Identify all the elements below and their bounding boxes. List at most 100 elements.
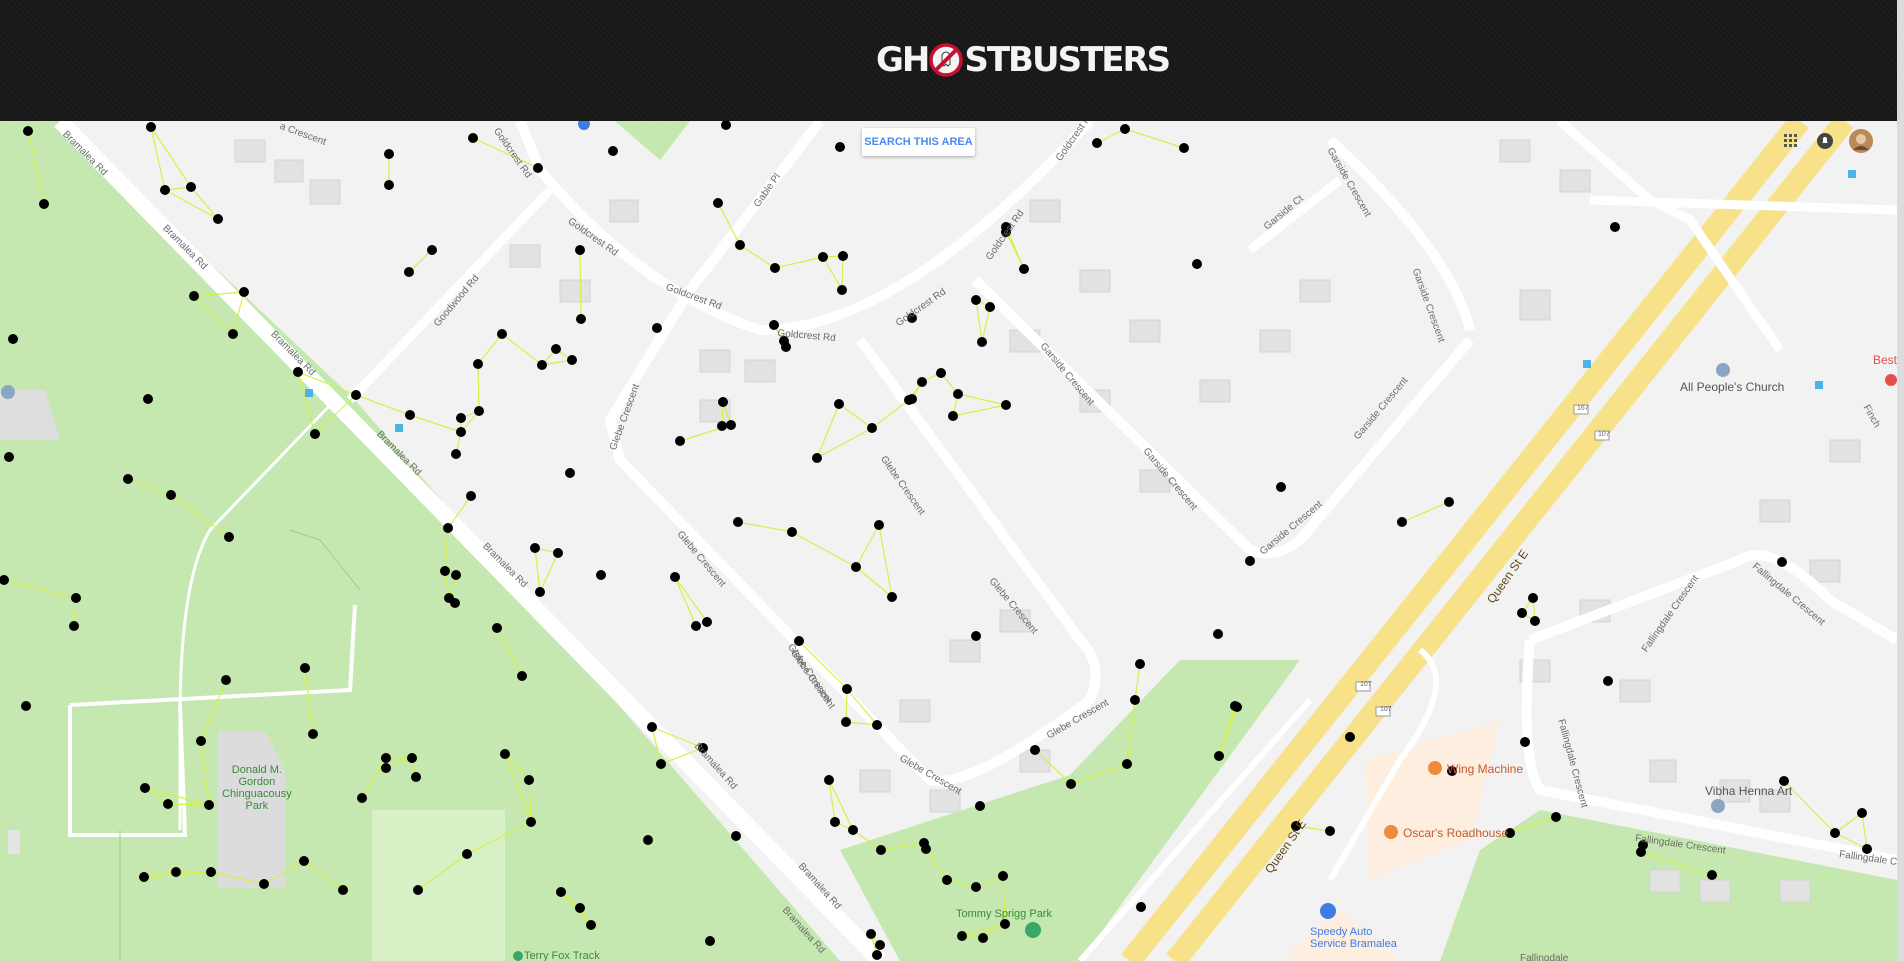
network-node [835,142,845,152]
network-node [1777,557,1787,567]
network-node [526,817,536,827]
network-link [737,521,793,533]
network-node [787,527,797,537]
apps-grid-icon[interactable] [1781,131,1801,151]
network-node [468,133,478,143]
network-node [1707,870,1717,880]
map-canvas [0,121,1897,961]
network-node [4,452,14,462]
network-node [643,835,653,845]
goldcrest-road [346,186,554,404]
network-node [576,314,586,324]
park-label-donald-gordon[interactable]: Donald M. Gordon Chinguacousy Park [222,764,292,812]
network-node [239,287,249,297]
map-view[interactable]: Bramalea Rd Bramalea Rd Bramalea Rd Bram… [0,121,1897,961]
network-node [917,377,927,387]
network-node [69,621,79,631]
place-label-vibha[interactable]: Vibha Henna Art [1705,784,1792,798]
network-node [143,394,153,404]
network-node [413,885,423,895]
park-area [372,810,505,961]
search-this-area-button[interactable]: SEARCH THIS AREA [862,128,975,156]
network-node [384,149,394,159]
network-node [407,753,417,763]
network-node [948,411,958,421]
ghostbusters-logo[interactable]: GH STBUSTERS [876,40,1171,80]
network-node [221,675,231,685]
place-label-best[interactable]: Best [1873,353,1897,367]
network-node [1066,779,1076,789]
network-link [952,404,1007,417]
network-node [1530,616,1540,626]
network-node [299,856,309,866]
network-node [500,749,510,759]
network-link [957,393,1007,406]
network-node [812,453,822,463]
place-label-oscars[interactable]: Oscar's Roadhouse [1403,826,1508,840]
highway-shield-107-c: 107 [1598,431,1610,438]
network-node [1325,826,1335,836]
network-link [534,547,541,593]
network-node [384,180,394,190]
network-link [539,552,559,593]
network-node [887,592,897,602]
network-node [830,817,840,827]
network-node [405,410,415,420]
network-node [228,329,238,339]
ghostbusters-no-ghost-icon [929,43,964,77]
network-node [1603,676,1613,686]
network-node [978,933,988,943]
network-link [774,256,824,269]
network-node [953,389,963,399]
network-node [351,390,361,400]
highway-shield-107-a: 107 [1360,681,1372,688]
network-link [1861,812,1868,850]
page-scrollbar[interactable] [1897,0,1904,961]
network-node [139,872,149,882]
notifications-icon[interactable] [1815,131,1835,151]
network-node [705,936,715,946]
network-link [1134,663,1141,701]
network-link [846,688,878,726]
place-label-speedy[interactable]: Speedy Auto Service Bramalea [1310,926,1397,950]
network-node [1213,629,1223,639]
network-node [652,323,662,333]
network-node [971,882,981,892]
network-node [357,793,367,803]
network-node [524,775,534,785]
network-node [123,474,133,484]
park-label-tommy-sprigg[interactable]: Tommy Sprigg Park [956,908,1052,920]
network-link [739,244,776,269]
network-link [164,189,219,220]
network-link [190,186,219,220]
network-node [1214,751,1224,761]
network-node [586,920,596,930]
network-node [411,772,421,782]
network-node [160,185,170,195]
network-node [647,722,657,732]
place-label-church[interactable]: All People's Church [1680,380,1784,394]
user-avatar[interactable] [1849,129,1873,153]
network-node [404,267,414,277]
network-node [721,121,731,130]
network-node [300,663,310,673]
network-node [1001,400,1011,410]
network-node [670,572,680,582]
place-label-wing-machine[interactable]: Wing Machine [1447,762,1523,776]
network-node [1030,745,1040,755]
network-node [866,929,876,939]
network-node [533,163,543,173]
network-node [1276,482,1286,492]
park-area [615,121,690,160]
network-node [726,420,736,430]
building [8,830,20,854]
network-node [1610,222,1620,232]
network-node [171,867,181,877]
network-node [462,849,472,859]
network-node [497,329,507,339]
network-link [409,414,462,433]
network-node [450,598,460,608]
park-label-terry-fox[interactable]: Terry Fox Track [524,950,600,961]
network-node [575,245,585,255]
network-node [957,931,967,941]
